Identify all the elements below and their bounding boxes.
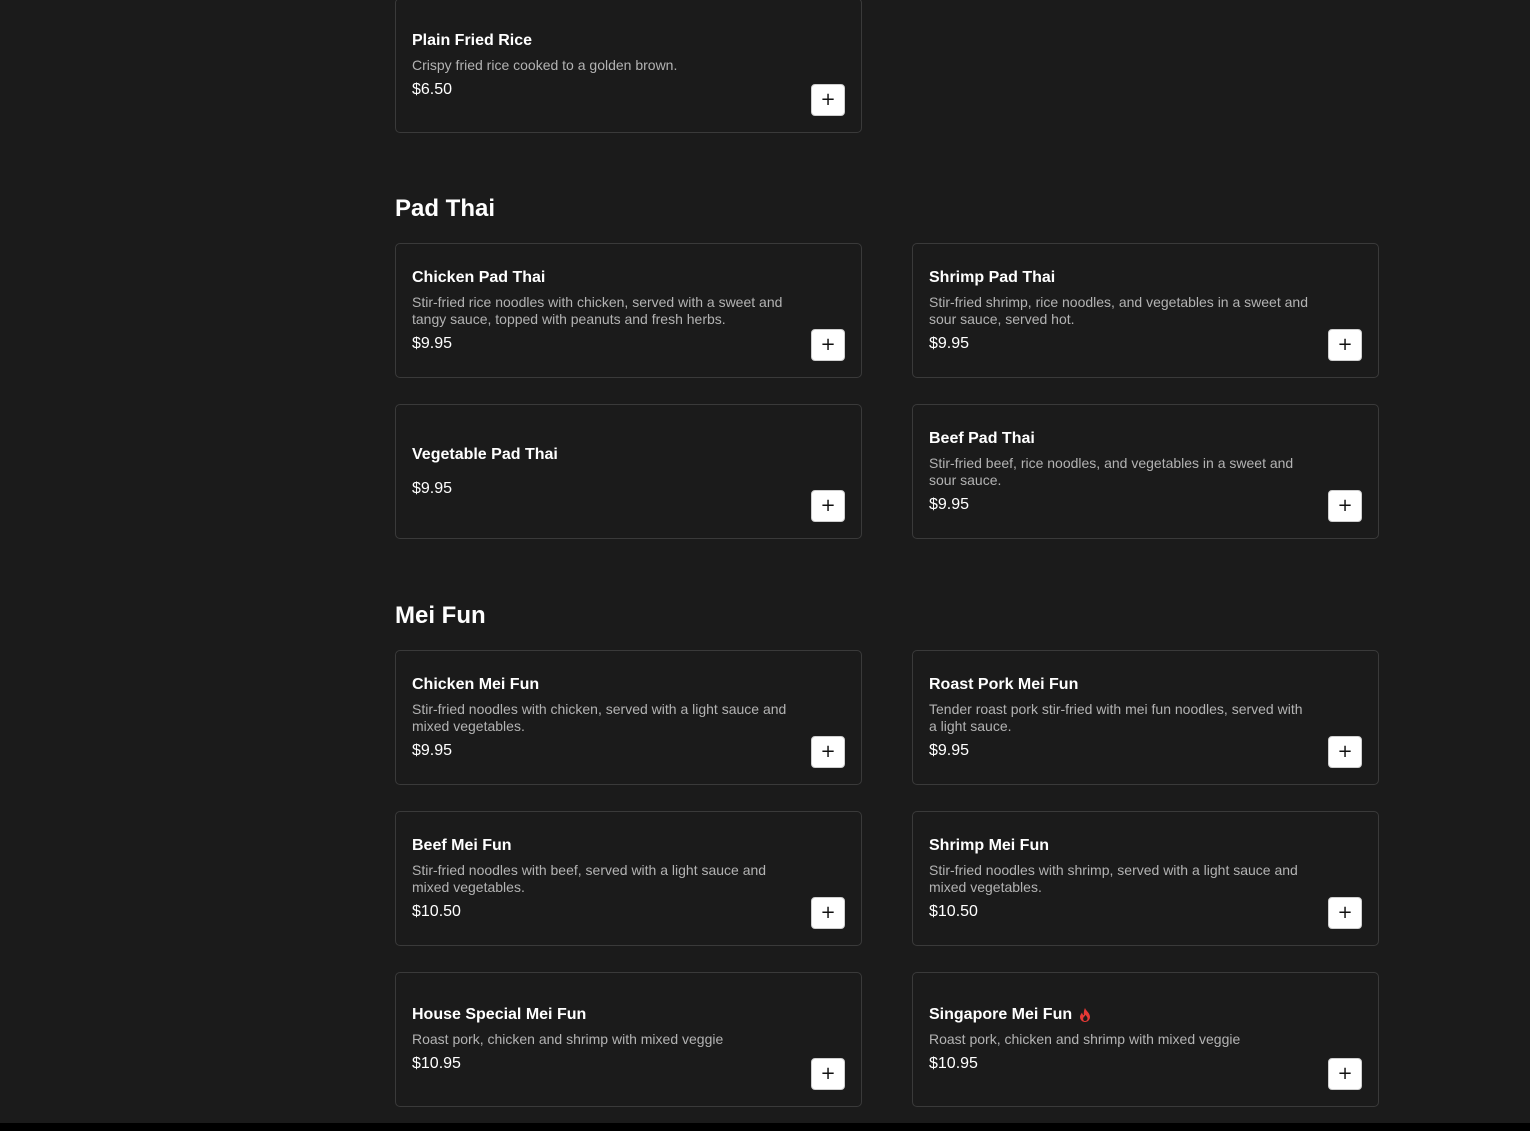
- section-title-mei-fun: Mei Fun: [395, 602, 486, 629]
- item-description: Crispy fried rice cooked to a golden bro…: [412, 57, 678, 73]
- add-to-cart-button[interactable]: +: [811, 490, 845, 522]
- add-to-cart-button[interactable]: +: [811, 329, 845, 361]
- add-to-cart-button[interactable]: +: [811, 84, 845, 116]
- item-price: $9.95: [929, 741, 970, 759]
- item-price: $10.50: [412, 902, 461, 920]
- item-name: Chicken Pad Thai: [412, 268, 546, 286]
- item-name: Beef Mei Fun: [412, 836, 512, 854]
- item-price: $9.95: [929, 495, 970, 513]
- item-price: $9.95: [412, 741, 453, 759]
- add-to-cart-button[interactable]: +: [1328, 897, 1362, 929]
- add-to-cart-button[interactable]: +: [811, 897, 845, 929]
- menu-item-card: Beef Pad Thai Stir-fried beef, rice nood…: [912, 404, 1379, 539]
- add-to-cart-button[interactable]: +: [1328, 490, 1362, 522]
- add-to-cart-button[interactable]: +: [811, 1058, 845, 1090]
- item-description: Stir-fried shrimp, rice noodles, and veg…: [929, 293, 1308, 327]
- item-name: Shrimp Pad Thai: [929, 268, 1056, 286]
- menu-item-card: House Special Mei Fun Roast pork, chicke…: [395, 972, 862, 1107]
- menu-item-card: Plain Fried Rice Crispy fried rice cooke…: [395, 0, 862, 133]
- item-name: Plain Fried Rice: [412, 32, 533, 49]
- item-description: Roast pork, chicken and shrimp with mixe…: [412, 1031, 724, 1047]
- item-price: $10.50: [929, 902, 978, 920]
- item-description: Tender roast pork stir-fried with mei fu…: [929, 700, 1303, 734]
- menu-page: Plain Fried Rice Crispy fried rice cooke…: [0, 0, 1530, 1131]
- menu-item-card: Singapore Mei Fun Roast pork, chicken an…: [912, 972, 1379, 1107]
- add-to-cart-button[interactable]: +: [1328, 736, 1362, 768]
- item-name: House Special Mei Fun: [412, 1006, 587, 1023]
- add-to-cart-button[interactable]: +: [1328, 329, 1362, 361]
- item-price: $9.95: [929, 334, 970, 352]
- section-title-pad-thai: Pad Thai: [395, 195, 496, 222]
- item-name: Shrimp Mei Fun: [929, 836, 1049, 854]
- item-description: Stir-fried beef, rice noodles, and veget…: [929, 454, 1294, 488]
- fire-icon: [1080, 1008, 1091, 1022]
- item-price: $9.95: [412, 334, 453, 352]
- bottom-bar: [0, 1123, 1530, 1131]
- item-price: $6.50: [412, 81, 453, 98]
- item-name: Vegetable Pad Thai: [412, 445, 558, 463]
- item-description: Stir-fried noodles with beef, served wit…: [412, 861, 767, 895]
- menu-item-card: Chicken Pad Thai Stir-fried rice noodles…: [395, 243, 862, 378]
- item-description: Stir-fried rice noodles with chicken, se…: [412, 293, 783, 327]
- menu-item-card: Shrimp Mei Fun Stir-fried noodles with s…: [912, 811, 1379, 946]
- item-name: Singapore Mei Fun: [929, 1006, 1073, 1023]
- item-description: Roast pork, chicken and shrimp with mixe…: [929, 1031, 1241, 1047]
- item-description: Stir-fried noodles with chicken, served …: [412, 700, 787, 734]
- menu-item-card: Beef Mei Fun Stir-fried noodles with bee…: [395, 811, 862, 946]
- menu-item-card: Vegetable Pad Thai $9.95 +: [395, 404, 862, 539]
- item-price: $9.95: [412, 479, 453, 497]
- menu-item-card: Roast Pork Mei Fun Tender roast pork sti…: [912, 650, 1379, 785]
- menu-item-card: Shrimp Pad Thai Stir-fried shrimp, rice …: [912, 243, 1379, 378]
- item-description: Stir-fried noodles with shrimp, served w…: [929, 861, 1298, 895]
- item-price: $10.95: [929, 1055, 978, 1072]
- add-to-cart-button[interactable]: +: [1328, 1058, 1362, 1090]
- menu-item-card: Chicken Mei Fun Stir-fried noodles with …: [395, 650, 862, 785]
- item-name: Chicken Mei Fun: [412, 675, 540, 693]
- add-to-cart-button[interactable]: +: [811, 736, 845, 768]
- item-name: Roast Pork Mei Fun: [929, 675, 1079, 693]
- item-name: Beef Pad Thai: [929, 429, 1035, 447]
- item-price: $10.95: [412, 1055, 461, 1072]
